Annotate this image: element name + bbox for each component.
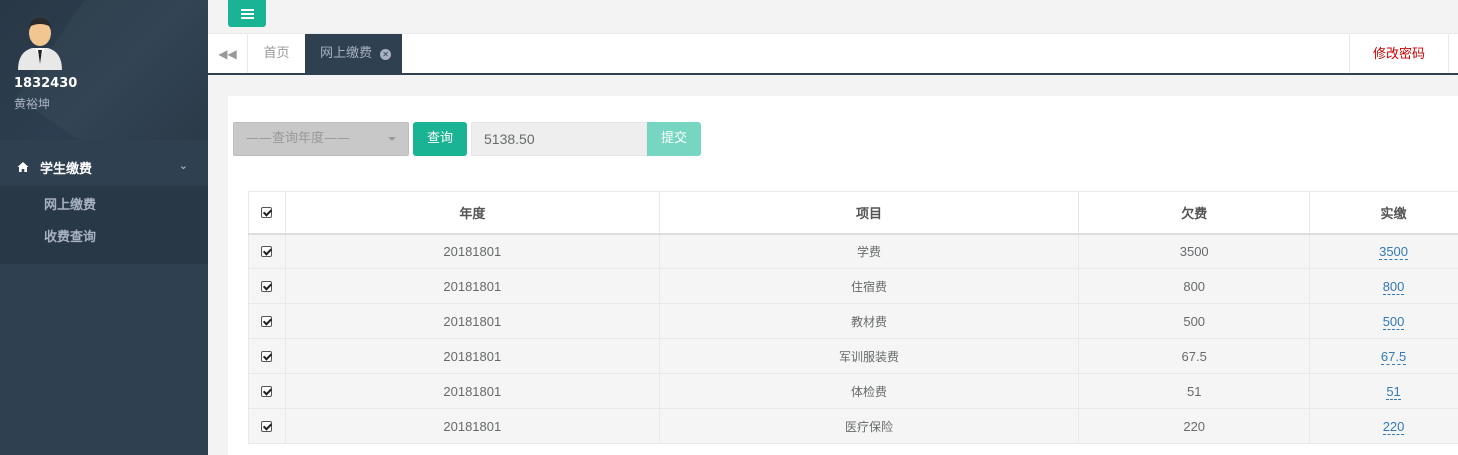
- paid-amount-editable[interactable]: 800: [1382, 278, 1405, 295]
- cell-item: 教材费: [658, 303, 1080, 339]
- cell-paid: 3500: [1309, 233, 1458, 269]
- cell-paid: 500: [1309, 303, 1458, 339]
- cell-year: 20181801: [284, 233, 660, 269]
- submit-button[interactable]: 提交: [647, 122, 701, 156]
- paid-amount-editable[interactable]: 3500: [1379, 243, 1409, 260]
- sidebar: 1832430 黄裕坤 学生缴费 ⌄ 网上缴费 收费查询: [0, 0, 208, 455]
- cell-item: 医疗保险: [658, 408, 1080, 444]
- cell-owed: 67.5: [1078, 338, 1311, 374]
- cell-owed: 500: [1078, 303, 1311, 339]
- table-header-row: 年度 项目 欠费 实缴: [248, 191, 1458, 235]
- row-checkbox[interactable]: [261, 281, 273, 292]
- row-checkbox-cell: [248, 338, 286, 374]
- row-checkbox-cell: [248, 268, 286, 304]
- hamburger-icon: [240, 7, 254, 21]
- user-profile: 1832430 黄裕坤: [0, 0, 208, 140]
- sidebar-section-label: 学生缴费: [40, 161, 93, 177]
- cell-year: 20181801: [284, 408, 660, 444]
- main-content: ——查询年度—— 查询 5138.50 提交 年度 项目 欠费 实缴 20181…: [228, 96, 1458, 455]
- tab-home[interactable]: 首页: [248, 34, 305, 73]
- cell-paid: 800: [1309, 268, 1458, 304]
- chevron-down-icon: ⌄: [178, 159, 188, 172]
- top-bar: [208, 0, 1458, 34]
- row-checkbox[interactable]: [261, 246, 273, 258]
- cell-paid: 220: [1309, 408, 1458, 444]
- double-left-arrow-icon: ◀◀: [218, 46, 237, 61]
- user-name: 黄裕坤: [14, 97, 51, 111]
- row-checkbox-cell: [248, 303, 286, 339]
- avatar[interactable]: [14, 14, 66, 70]
- cell-item: 学费: [658, 233, 1080, 269]
- row-checkbox[interactable]: [261, 351, 273, 362]
- row-checkbox-cell: [248, 408, 286, 444]
- column-header-year[interactable]: 年度: [284, 191, 660, 235]
- query-button[interactable]: 查询: [413, 122, 467, 156]
- column-header-owed[interactable]: 欠费: [1078, 191, 1311, 235]
- sidebar-item-fee-query[interactable]: 收费查询: [0, 222, 208, 254]
- cell-item: 住宿费: [658, 268, 1080, 304]
- paid-amount-editable[interactable]: 220: [1382, 418, 1405, 435]
- cell-year: 20181801: [284, 268, 660, 304]
- fees-table: 年度 项目 欠费 实缴 20181801 学费 3500 3500 201818…: [248, 191, 1458, 444]
- sidebar-submenu: 网上缴费 收费查询: [0, 186, 208, 264]
- tab-online-payment[interactable]: 网上缴费 ✕: [305, 34, 402, 73]
- cell-owed: 220: [1078, 408, 1311, 444]
- home-icon: [17, 162, 29, 172]
- row-checkbox[interactable]: [261, 386, 273, 397]
- table-row[interactable]: 20181801 学费 3500 3500: [248, 233, 1458, 269]
- year-select-value: ——查询年度——: [246, 131, 351, 146]
- tab-label: 网上缴费: [320, 46, 373, 61]
- row-checkbox-cell: [248, 373, 286, 409]
- cell-paid: 67.5: [1309, 338, 1458, 374]
- amount-total-input[interactable]: 5138.50: [471, 122, 647, 156]
- column-header-item[interactable]: 项目: [658, 191, 1080, 235]
- menu-toggle-button[interactable]: [228, 0, 266, 27]
- table-row[interactable]: 20181801 教材费 500 500: [248, 303, 1458, 339]
- table-row[interactable]: 20181801 军训服装费 67.5 67.5: [248, 338, 1458, 374]
- caret-down-icon: [388, 137, 396, 141]
- row-checkbox[interactable]: [261, 316, 273, 327]
- table-row[interactable]: 20181801 医疗保险 220 220: [248, 408, 1458, 444]
- change-password-link[interactable]: 修改密码: [1349, 34, 1449, 73]
- year-select[interactable]: ——查询年度——: [233, 122, 409, 156]
- cell-owed: 3500: [1078, 233, 1311, 269]
- column-header-paid[interactable]: 实缴: [1309, 191, 1458, 235]
- select-all-checkbox[interactable]: [261, 206, 273, 218]
- table-row[interactable]: 20181801 体检费 51 51: [248, 373, 1458, 409]
- paid-amount-editable[interactable]: 51: [1386, 383, 1401, 400]
- sidebar-item-online-payment[interactable]: 网上缴费: [0, 190, 208, 222]
- cell-year: 20181801: [284, 373, 660, 409]
- row-checkbox[interactable]: [261, 421, 273, 432]
- paid-amount-editable[interactable]: 500: [1382, 313, 1405, 330]
- cell-owed: 800: [1078, 268, 1311, 304]
- cell-year: 20181801: [284, 303, 660, 339]
- cell-item: 军训服装费: [658, 338, 1080, 374]
- row-checkbox-cell: [248, 233, 286, 269]
- select-all-cell: [248, 191, 286, 235]
- paid-amount-editable[interactable]: 67.5: [1380, 348, 1407, 365]
- cell-paid: 51: [1309, 373, 1458, 409]
- tabs-bar: ◀◀ 首页 网上缴费 ✕ 修改密码: [208, 34, 1458, 75]
- sidebar-section-student-fees[interactable]: 学生缴费 ⌄: [0, 148, 208, 186]
- cell-year: 20181801: [284, 338, 660, 374]
- tab-scroll-left-button[interactable]: ◀◀: [208, 34, 248, 73]
- cell-owed: 51: [1078, 373, 1311, 409]
- table-row[interactable]: 20181801 住宿费 800 800: [248, 268, 1458, 304]
- close-icon[interactable]: ✕: [380, 49, 392, 60]
- user-id: 1832430: [14, 76, 78, 91]
- cell-item: 体检费: [658, 373, 1080, 409]
